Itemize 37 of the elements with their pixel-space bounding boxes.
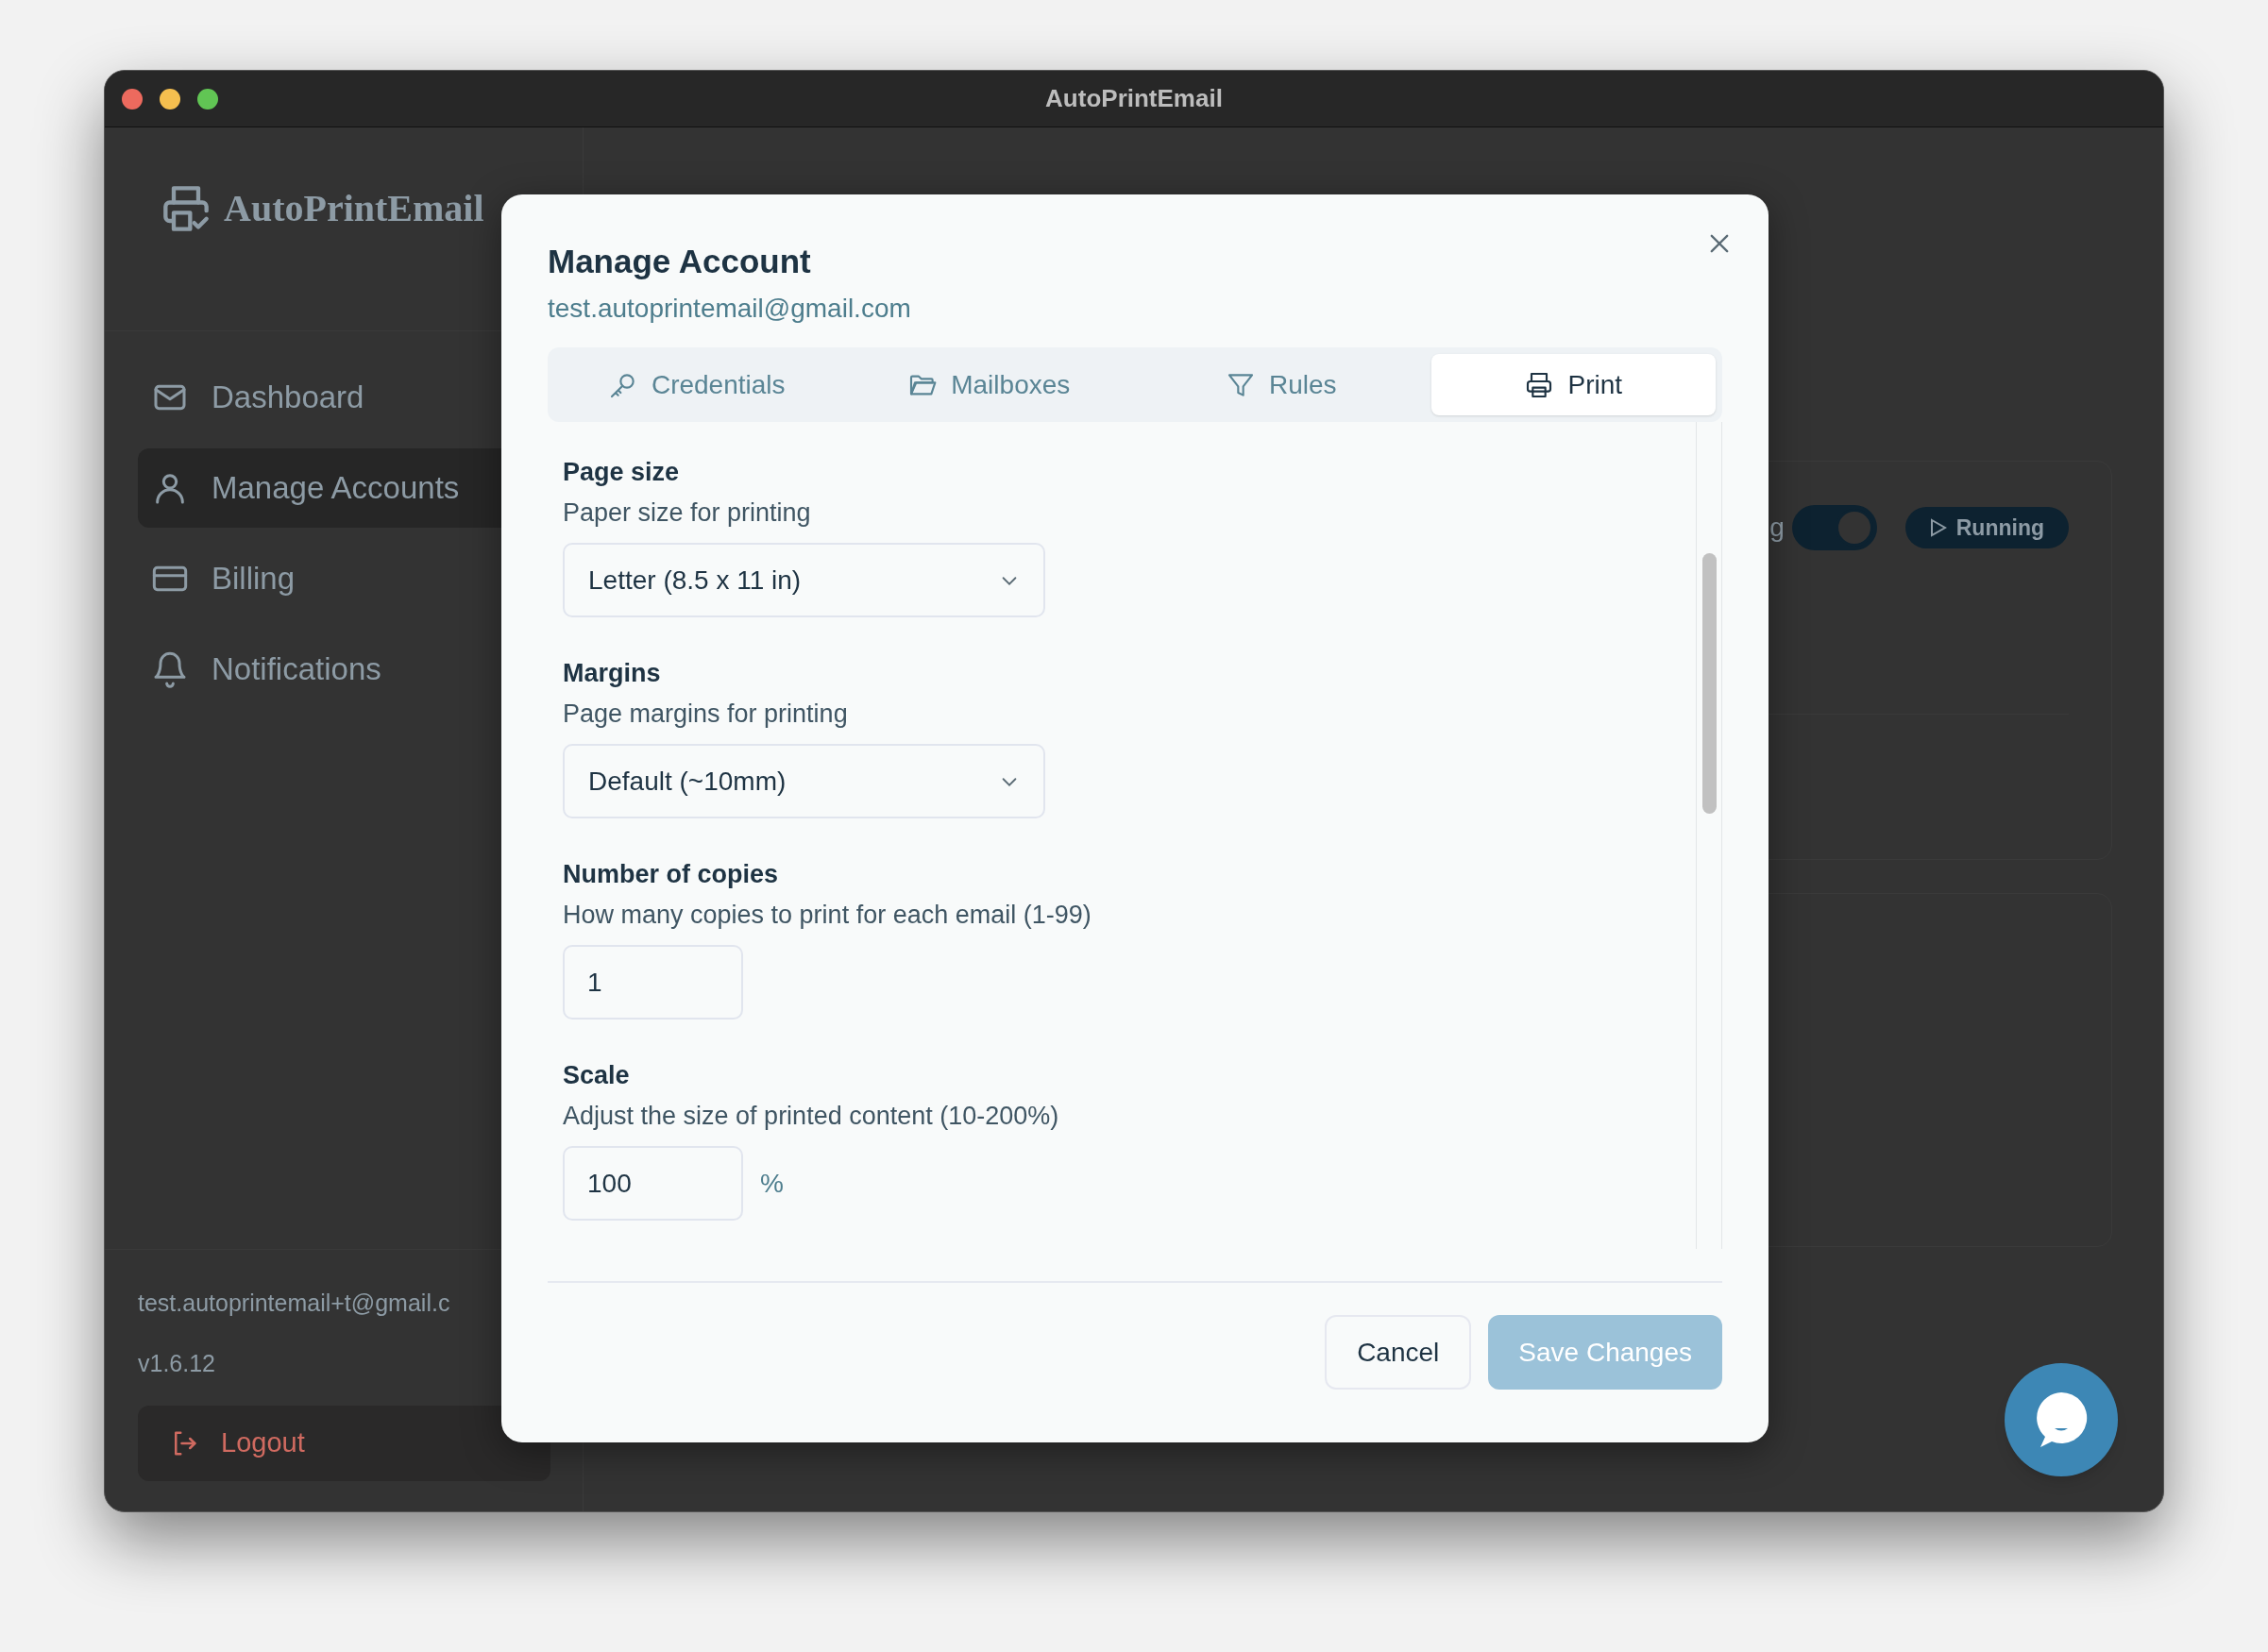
dropdown-select[interactable]: Default (~10mm) bbox=[563, 744, 1045, 818]
zoom-window-button[interactable] bbox=[197, 88, 218, 110]
dialog-subtitle: test.autoprintemail@gmail.com bbox=[548, 293, 912, 325]
logout-button[interactable]: Logout bbox=[138, 1406, 550, 1481]
unit-label: % bbox=[760, 1167, 784, 1200]
nav-item[interactable]: Notifications bbox=[138, 630, 550, 709]
number-input-field[interactable]: 100 bbox=[563, 1146, 743, 1221]
field-label: Margins bbox=[563, 658, 662, 689]
tab[interactable]: Rules bbox=[1139, 354, 1424, 415]
number-input-field[interactable]: 1 bbox=[563, 945, 743, 1020]
field-description: Paper size for printing bbox=[563, 497, 812, 529]
tab[interactable]: Credentials bbox=[554, 354, 839, 415]
play-icon bbox=[1929, 518, 1947, 537]
label-text: g bbox=[1769, 512, 1785, 544]
dropdown-select[interactable]: Letter (8.5 x 11 in) bbox=[563, 543, 1045, 617]
field-description: How many copies to print for each email (1-99) bbox=[563, 900, 1092, 931]
close-window-button[interactable] bbox=[122, 88, 143, 110]
chat-bubble-icon bbox=[2034, 1391, 2089, 1449]
cancel-button[interactable]: Cancel bbox=[1325, 1315, 1472, 1390]
app-version: v1.6.12 bbox=[138, 1348, 216, 1378]
window-title: AutoPrintEmail bbox=[1045, 83, 1223, 114]
field-label: Page size bbox=[563, 457, 681, 488]
toggle-switch[interactable] bbox=[1791, 505, 1877, 550]
nav-item[interactable]: Dashboard bbox=[138, 358, 550, 437]
field-description: Adjust the size of printed content (10-200%) bbox=[563, 1101, 1060, 1132]
nav-item[interactable]: Billing bbox=[138, 539, 550, 618]
status-badge: Running bbox=[1904, 507, 2069, 548]
field-description: Page margins for printing bbox=[563, 699, 849, 730]
minimize-window-button[interactable] bbox=[160, 88, 180, 110]
tab[interactable]: Mailboxes bbox=[846, 354, 1131, 415]
account-email: test.autoprintemail+t@gmail.c bbox=[138, 1289, 451, 1318]
field-label: Scale bbox=[563, 1060, 631, 1091]
app-logo-text: AutoPrintEmail bbox=[224, 186, 484, 231]
field-label: Number of copies bbox=[563, 859, 780, 890]
printer-check-icon bbox=[161, 184, 211, 233]
dialog-title: Manage Account bbox=[548, 242, 812, 281]
tab[interactable]: Print bbox=[1430, 354, 1716, 415]
